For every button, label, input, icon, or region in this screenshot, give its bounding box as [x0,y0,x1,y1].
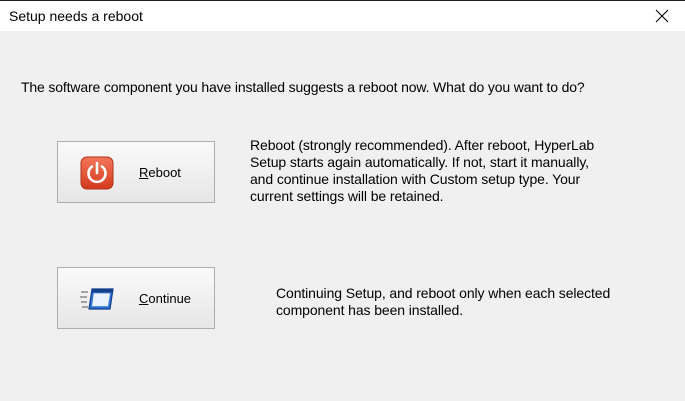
close-button[interactable] [639,1,685,31]
reboot-description-line: Setup starts again automatically. If not… [250,154,589,170]
continue-description: Continuing Setup, and reboot only when e… [276,285,676,319]
reboot-description-line: and continue installation with Custom se… [250,171,581,187]
power-icon [80,156,114,190]
fast-forward-window-icon [80,288,114,310]
reboot-description: Reboot (strongly recommended). After reb… [250,137,670,205]
reboot-description-line: current settings will be retained. [250,188,444,204]
continue-description-line: Continuing Setup, and reboot only when e… [276,285,611,301]
window-title: Setup needs a reboot [9,8,143,24]
title-bar[interactable]: Setup needs a reboot [0,1,685,31]
reboot-button[interactable]: Reboot [57,141,215,203]
setup-reboot-dialog: Setup needs a reboot The software compon… [0,0,685,401]
close-icon [655,9,669,23]
continue-button-label: Continue [139,291,192,306]
continue-description-line: component has been installed. [276,302,464,318]
prompt-text: The software component you have installe… [21,79,585,95]
reboot-description-line: Reboot (strongly recommended). After reb… [250,137,595,153]
continue-button[interactable]: Continue [57,267,215,329]
reboot-button-label: Reboot [139,165,181,180]
